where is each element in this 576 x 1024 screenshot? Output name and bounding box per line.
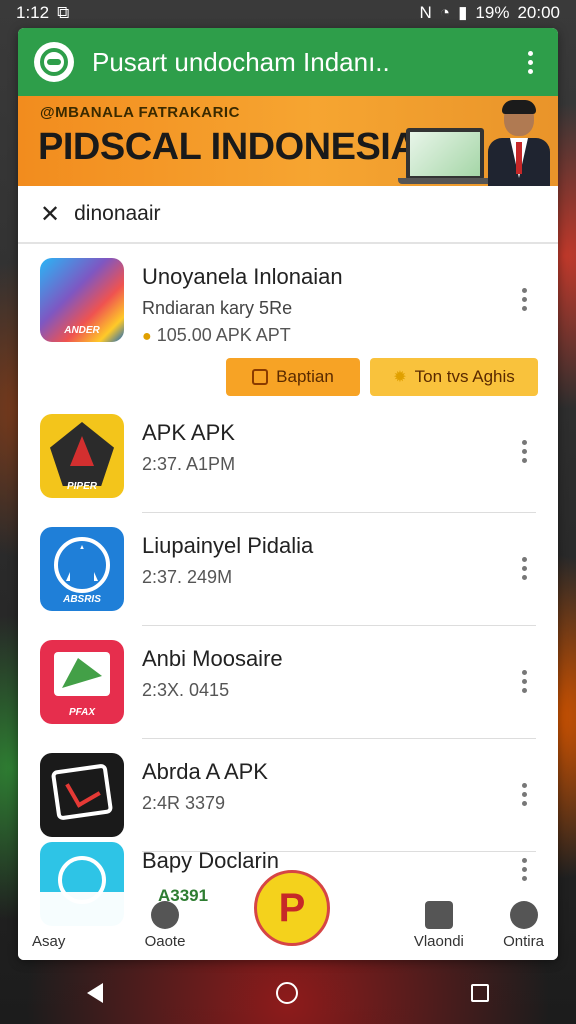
search-query[interactable]: dinonaair	[74, 202, 160, 226]
home-icon[interactable]	[275, 982, 298, 1004]
app-icon: PFAX	[40, 640, 124, 724]
app-size: 2:4R 3379	[142, 793, 226, 813]
item-menu-icon[interactable]	[512, 670, 536, 693]
close-icon[interactable]: ✕	[40, 200, 60, 229]
list-item-featured[interactable]: ANDER Unoyanela Inlonaian Rndiaran kary …	[18, 244, 558, 346]
nav-item-center-left[interactable]: Oaote	[145, 901, 185, 950]
status-clock: 20:00	[517, 3, 560, 22]
app-bar: Pusart undocham Indanı..	[18, 28, 558, 96]
status-time: 1:12	[16, 3, 50, 22]
app-list: ANDER Unoyanela Inlonaian Rndiaran kary …	[18, 244, 558, 852]
featured-app-size: 105.00 APK APT	[156, 325, 291, 345]
status-bar: 1:12 ⧉ N ◔ ▮ 19% 20:00	[0, 0, 576, 26]
featured-actions: Baptian ✹ Ton tvs Aghis	[18, 346, 558, 396]
item-menu-icon[interactable]	[512, 858, 536, 881]
refresh-icon	[509, 901, 538, 929]
notification-icon: ⧉	[57, 3, 70, 22]
list-item[interactable]: PFAX Anbi Moosaire 2:3X. 0415	[18, 626, 558, 724]
banner-subtitle: @MBANALA FATRAKARIC	[40, 104, 240, 121]
app-icon	[40, 753, 124, 837]
bag-icon	[424, 901, 453, 929]
nav-item-center-right[interactable]: Vlaondi	[414, 901, 464, 950]
presenter-image	[480, 100, 558, 186]
floating-action-button[interactable]: P	[254, 870, 330, 946]
list-item[interactable]: Abrda A APK 2:4R 3379	[18, 739, 558, 837]
gear-icon: ✹	[393, 369, 407, 386]
item-menu-icon[interactable]	[512, 557, 536, 580]
back-icon[interactable]	[86, 983, 103, 1003]
system-navigation	[0, 962, 576, 1024]
list-item[interactable]: ABSRIS Liupainyel Pidalia 2:37. 249M	[18, 513, 558, 611]
nfc-icon: N	[419, 3, 432, 22]
app-size: 2:37. A1PM	[142, 454, 236, 474]
app-icon: ABSRIS	[40, 527, 124, 611]
app-logo[interactable]	[34, 42, 74, 82]
app-window: Pusart undocham Indanı.. @MBANALA FATRAK…	[18, 28, 558, 960]
signal-icon: ▮	[458, 3, 468, 22]
laptop-image	[406, 128, 484, 180]
item-menu-icon[interactable]	[512, 440, 536, 463]
chip-label: A3391	[158, 886, 209, 905]
promo-banner[interactable]: @MBANALA FATRAKARIC PIDSCAL INDONESIA	[18, 96, 558, 186]
list-item[interactable]: PIPER APK APK 2:37. A1PM	[18, 396, 558, 498]
search-bar[interactable]: ✕ dinonaair	[18, 186, 558, 244]
primary-button[interactable]: Baptian	[226, 358, 360, 396]
app-name: Abrda A APK	[142, 759, 268, 784]
app-icon: PIPER	[40, 414, 124, 498]
app-title: Pusart undocham Indanı..	[92, 46, 390, 77]
item-menu-icon[interactable]	[512, 288, 536, 311]
banner-title: PIDSCAL INDONESIA	[38, 126, 418, 168]
recent-apps-icon[interactable]	[471, 984, 490, 1002]
battery-text: 19%	[475, 3, 510, 22]
app-name: Liupainyel Pidalia	[142, 533, 314, 558]
featured-app-subtitle: Rndiaran kary 5Re	[142, 298, 293, 318]
calendar-icon	[252, 369, 269, 385]
secondary-button[interactable]: ✹ Ton tvs Aghis	[370, 358, 538, 396]
featured-app-icon: ANDER	[40, 258, 124, 342]
overflow-menu-icon[interactable]	[518, 50, 542, 74]
app-size: 2:37. 249M	[142, 567, 233, 587]
wifi-icon: ◔	[439, 3, 451, 22]
featured-app-name: Unoyanela Inlonaian	[142, 264, 343, 289]
nav-item-left[interactable]: Asay	[32, 933, 65, 950]
app-name: Anbi Moosaire	[142, 646, 283, 671]
app-name: Bapy Doclarin	[142, 848, 279, 873]
app-size: 2:3X. 0415	[142, 680, 230, 700]
nav-item-right[interactable]: Ontira	[503, 901, 544, 950]
coin-icon: ●	[142, 328, 152, 345]
app-name: APK APK	[142, 420, 235, 445]
item-menu-icon[interactable]	[512, 783, 536, 806]
